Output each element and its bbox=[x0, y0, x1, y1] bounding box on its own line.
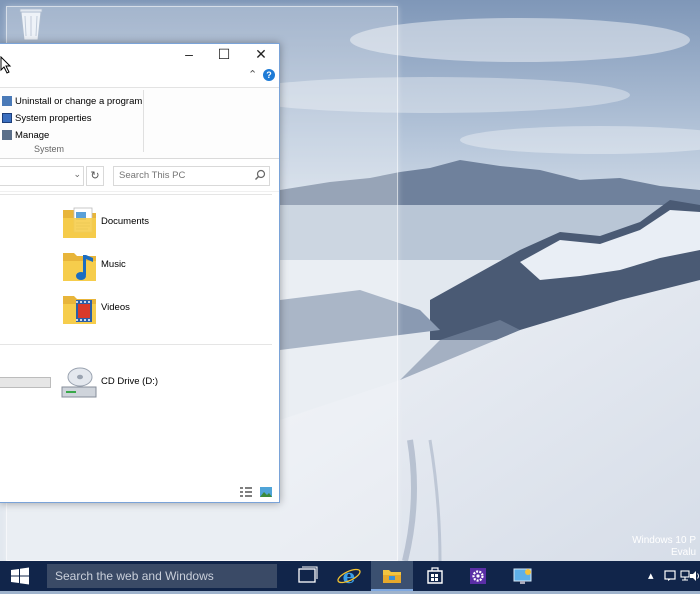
help-icon[interactable]: ? bbox=[263, 69, 275, 81]
cd-drive-icon bbox=[61, 367, 97, 398]
search-icon[interactable] bbox=[254, 169, 266, 181]
folder-label: Videos bbox=[101, 302, 130, 313]
details-view-icon[interactable] bbox=[240, 487, 252, 497]
ribbon-item-label: System properties bbox=[15, 113, 92, 124]
store-icon bbox=[427, 567, 443, 584]
volume-icon[interactable] bbox=[690, 570, 700, 582]
section-divider bbox=[0, 344, 272, 345]
chevron-up-icon[interactable]: ▴ bbox=[648, 561, 654, 591]
uninstall-program-button[interactable]: Uninstall or change a program bbox=[2, 94, 142, 110]
watermark-line: Windows 10 P bbox=[632, 535, 696, 546]
chevron-up-icon[interactable]: ⌃ bbox=[248, 68, 257, 81]
internet-explorer-icon: e bbox=[337, 564, 361, 588]
folder-documents[interactable]: Documents bbox=[62, 204, 242, 242]
ribbon-group-label: System bbox=[34, 144, 65, 154]
network-icon[interactable] bbox=[680, 570, 690, 582]
cd-drive-item[interactable]: CD Drive (D:) bbox=[60, 367, 240, 401]
watermark-line: Evalu bbox=[670, 547, 696, 558]
refresh-icon: ↻ bbox=[90, 170, 100, 182]
settings-gear-icon bbox=[470, 568, 486, 584]
system-properties-button[interactable]: System properties bbox=[2, 111, 92, 127]
taskbar-file-explorer[interactable] bbox=[371, 561, 413, 591]
manage-icon bbox=[2, 130, 12, 141]
taskbar-search-box[interactable]: Search the web and Windows bbox=[47, 564, 277, 588]
minimize-button[interactable]: – bbox=[174, 44, 204, 65]
ribbon-panel: Uninstall or change a program System pro… bbox=[0, 88, 279, 159]
ribbon-tab-bar: ⌃ ? bbox=[0, 65, 279, 88]
documents-folder-icon bbox=[63, 207, 96, 238]
windows-evaluation-watermark: Windows 10 P Evalu bbox=[632, 535, 696, 559]
search-input[interactable] bbox=[114, 167, 249, 184]
taskbar-internet-explorer[interactable]: e bbox=[328, 561, 370, 591]
taskbar-remote-desktop[interactable] bbox=[502, 561, 544, 591]
address-row: ⌄ ↻ bbox=[0, 159, 279, 192]
taskbar: Search the web and Windows e ▴ bbox=[0, 561, 700, 591]
action-center-icon[interactable] bbox=[664, 570, 678, 582]
folder-label: Documents bbox=[101, 216, 150, 227]
manage-button[interactable]: Manage bbox=[2, 128, 49, 144]
mouse-cursor-icon bbox=[0, 56, 12, 74]
search-box[interactable] bbox=[113, 166, 270, 186]
maximize-button[interactable]: ☐ bbox=[209, 44, 239, 65]
system-properties-icon bbox=[2, 113, 12, 124]
taskbar-store[interactable] bbox=[414, 561, 456, 591]
file-explorer-icon bbox=[383, 570, 401, 583]
music-folder-icon bbox=[63, 253, 96, 281]
close-button[interactable]: ✕ bbox=[246, 44, 276, 65]
task-view-button[interactable] bbox=[286, 561, 328, 591]
taskbar-settings[interactable] bbox=[457, 561, 499, 591]
ribbon-item-label: Manage bbox=[15, 130, 50, 141]
window-titlebar[interactable]: – ☐ ✕ bbox=[0, 44, 279, 65]
content-pane: Documents Music Videos bbox=[0, 192, 279, 492]
videos-folder-icon bbox=[63, 296, 96, 324]
refresh-button[interactable]: ↻ bbox=[86, 166, 104, 186]
start-button[interactable] bbox=[0, 561, 40, 591]
ribbon-separator bbox=[143, 90, 144, 152]
uninstall-icon bbox=[2, 96, 12, 107]
chevron-down-icon[interactable]: ⌄ bbox=[73, 169, 81, 180]
large-icons-view-icon[interactable] bbox=[260, 487, 273, 497]
file-explorer-window[interactable]: – ☐ ✕ ⌃ ? Uninstall or change a program … bbox=[0, 43, 280, 503]
drive-usage-bar bbox=[0, 377, 51, 388]
windows-logo-icon bbox=[11, 567, 29, 585]
remote-desktop-icon bbox=[513, 568, 532, 584]
address-bar[interactable]: ⌄ bbox=[0, 166, 84, 186]
task-view-icon bbox=[298, 566, 318, 583]
drive-label: CD Drive (D:) bbox=[101, 376, 158, 387]
view-toggle-group bbox=[240, 486, 273, 500]
ribbon-item-label: Uninstall or change a program bbox=[15, 96, 143, 107]
section-divider bbox=[0, 194, 272, 195]
svg-text:e: e bbox=[343, 564, 356, 588]
folder-music[interactable]: Music bbox=[62, 247, 242, 285]
folder-videos[interactable]: Videos bbox=[62, 290, 242, 328]
folder-label: Music bbox=[101, 259, 126, 270]
